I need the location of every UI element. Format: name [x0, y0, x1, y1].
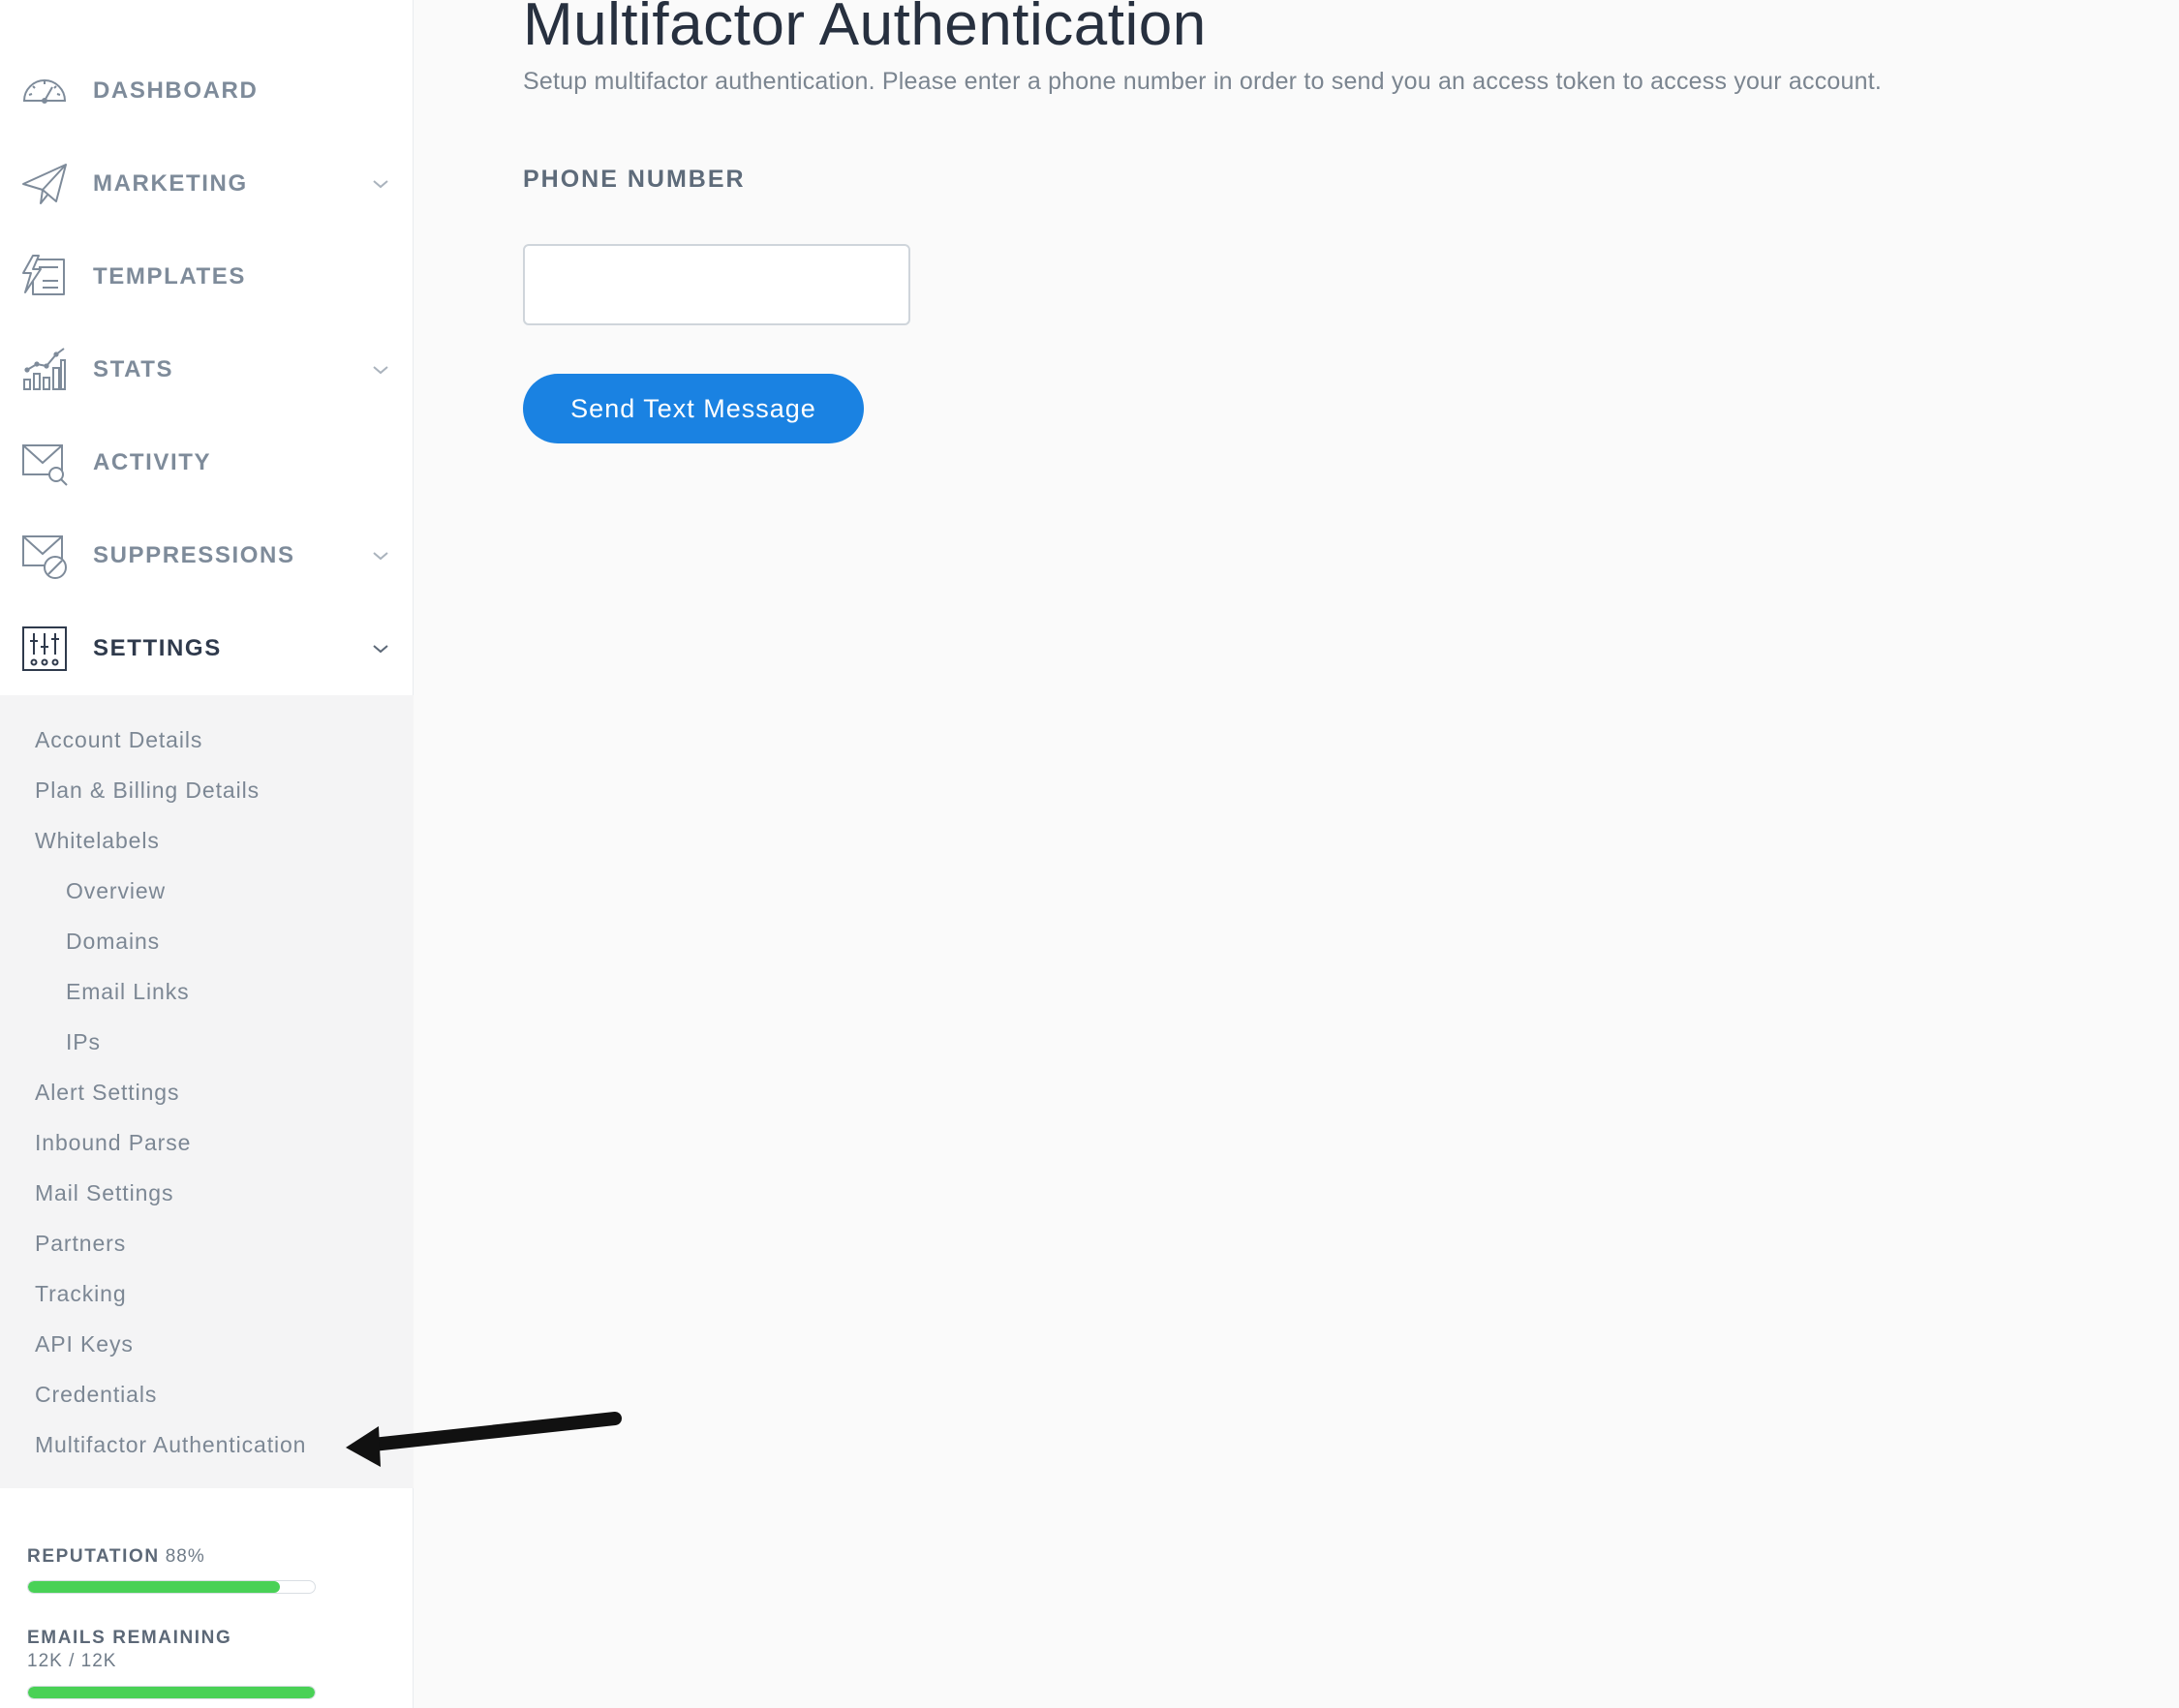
templates-icon [19, 252, 70, 302]
page-title: Multifactor Authentication [523, 0, 1207, 58]
emails-remaining-title: EMAILS REMAINING [27, 1628, 232, 1648]
nav-label-templates: TEMPLATES [93, 263, 246, 290]
nav-item-marketing[interactable]: MARKETING [0, 137, 414, 230]
nav-item-suppressions[interactable]: SUPPRESSIONS [0, 509, 414, 602]
submenu-item-ips[interactable]: IPs [66, 1029, 101, 1055]
nav-label-dashboard: DASHBOARD [93, 77, 259, 104]
submenu-item-overview[interactable]: Overview [66, 878, 166, 904]
stats-chart-icon [19, 345, 70, 395]
reputation-meter-fill [28, 1581, 281, 1593]
page-description: Setup multifactor authentication. Please… [523, 68, 1883, 95]
envelope-search-icon [19, 438, 70, 488]
annotation-arrow-icon [346, 1412, 622, 1467]
nav-label-stats: STATS [93, 356, 174, 382]
settings-sliders-icon [19, 624, 70, 674]
submenu-item-email-links[interactable]: Email Links [66, 979, 190, 1005]
reputation-meter [27, 1580, 316, 1594]
submenu-item-alert-settings[interactable]: Alert Settings [35, 1080, 179, 1106]
nav-item-dashboard[interactable]: DASHBOARD [0, 45, 414, 137]
phone-number-label: PHONE NUMBER [523, 166, 746, 193]
paper-plane-icon [19, 159, 70, 209]
submenu-item-account-details[interactable]: Account Details [35, 727, 202, 753]
emails-remaining-meter [27, 1686, 316, 1699]
submenu-item-inbound-parse[interactable]: Inbound Parse [35, 1130, 191, 1156]
submenu-item-multifactor-authentication[interactable]: Multifactor Authentication [35, 1432, 306, 1458]
submenu-item-whitelabels[interactable]: Whitelabels [35, 828, 160, 854]
submenu-item-api-keys[interactable]: API Keys [35, 1331, 134, 1357]
nav-label-suppressions: SUPPRESSIONS [93, 542, 295, 568]
reputation-label: REPUTATION 88% [27, 1546, 205, 1568]
nav-label-settings: SETTINGS [93, 635, 222, 661]
send-text-message-button[interactable]: Send Text Message [523, 374, 864, 443]
dashboard-gauge-icon [19, 66, 70, 116]
chevron-down-icon[interactable] [370, 545, 391, 566]
envelope-block-icon [19, 531, 70, 581]
submenu-item-plan-billing[interactable]: Plan & Billing Details [35, 778, 260, 804]
emails-remaining-meter-fill [28, 1687, 315, 1698]
nav-item-templates[interactable]: TEMPLATES [0, 230, 414, 323]
nav-item-stats[interactable]: STATS [0, 323, 414, 416]
nav-label-marketing: MARKETING [93, 170, 248, 197]
emails-remaining-value: 12K / 12K [27, 1651, 117, 1671]
chevron-down-icon[interactable] [370, 359, 391, 381]
submenu-item-domains[interactable]: Domains [66, 929, 160, 955]
settings-submenu: Account Details Plan & Billing Details W… [0, 695, 414, 1488]
nav-item-settings[interactable]: SETTINGS [0, 602, 414, 695]
submenu-item-tracking[interactable]: Tracking [35, 1281, 127, 1307]
submenu-item-mail-settings[interactable]: Mail Settings [35, 1180, 173, 1206]
submenu-item-credentials[interactable]: Credentials [35, 1382, 157, 1408]
phone-number-input[interactable] [523, 244, 910, 325]
reputation-value: 88% [165, 1546, 205, 1567]
chevron-down-icon[interactable] [370, 638, 391, 659]
main-content: Multifactor Authentication Setup multifa… [414, 0, 2179, 1708]
submenu-item-partners[interactable]: Partners [35, 1231, 126, 1257]
chevron-down-icon[interactable] [370, 173, 391, 195]
nav-label-activity: ACTIVITY [93, 449, 212, 475]
reputation-title: REPUTATION [27, 1546, 160, 1567]
nav-item-activity[interactable]: ACTIVITY [0, 416, 414, 509]
